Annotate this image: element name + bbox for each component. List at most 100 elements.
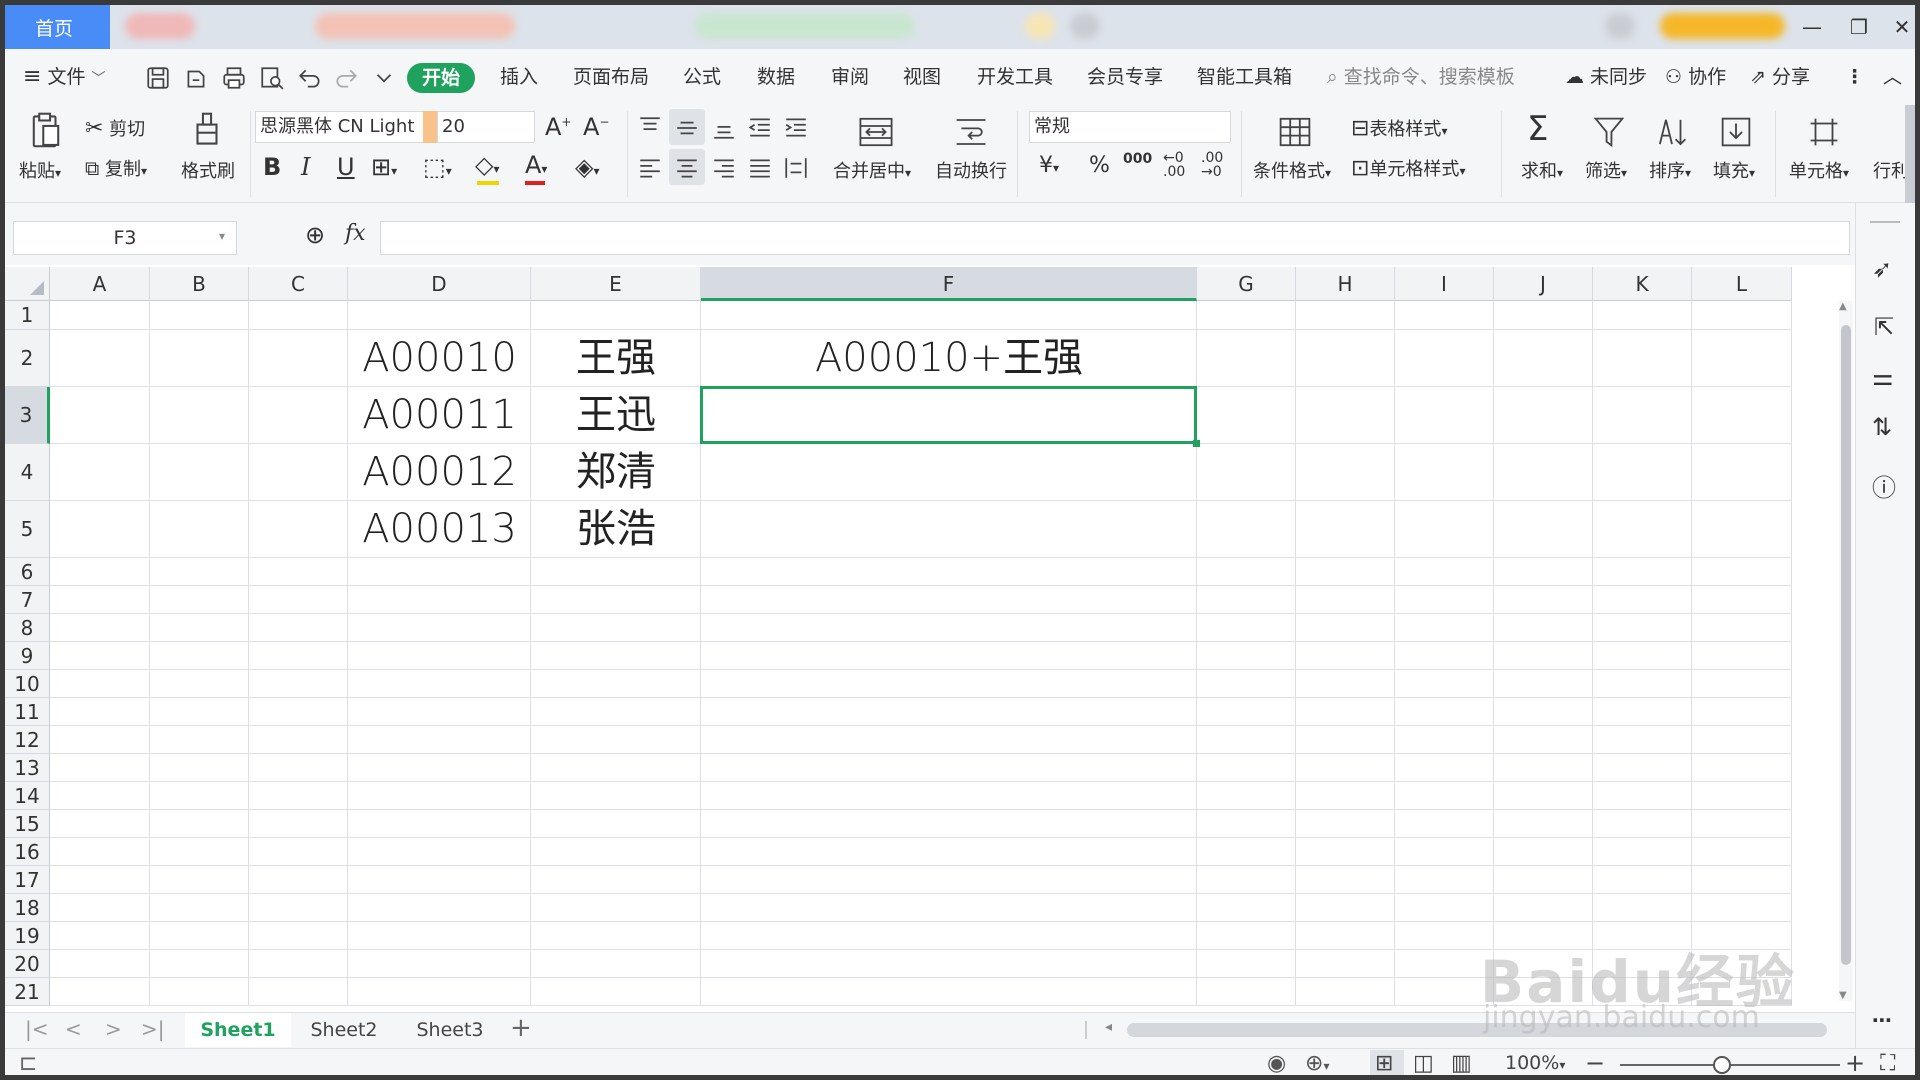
cell-d5[interactable]: A00013 <box>348 501 531 558</box>
collapse-ribbon-icon[interactable]: ︿ <box>1883 63 1902 91</box>
decrease-indent-icon[interactable] <box>747 115 773 141</box>
row-header-12[interactable]: 12 <box>5 726 50 754</box>
blurred-tab-3[interactable] <box>695 13 915 39</box>
cell-d2[interactable]: A00010 <box>348 330 531 387</box>
cell-icon[interactable] <box>1807 115 1841 149</box>
cell-button[interactable]: 单元格▾ <box>1789 157 1849 183</box>
center-view-icon[interactable]: ⊕▾ <box>1305 1051 1329 1075</box>
decrease-font-size-icon[interactable]: A− <box>583 113 609 141</box>
font-size-select[interactable]: 20 <box>437 111 535 143</box>
menu-formula[interactable]: 公式 <box>683 63 721 91</box>
row-header-2[interactable]: 2 <box>5 330 50 387</box>
scroll-left-icon[interactable]: ◂ <box>1105 1019 1112 1035</box>
cell-e4[interactable]: 郑清 <box>531 444 701 501</box>
increase-indent-icon[interactable] <box>783 115 809 141</box>
settings-sliders-icon[interactable]: ⚌ <box>1872 363 1894 391</box>
menu-member-exclusive[interactable]: 会员专享 <box>1087 63 1163 91</box>
help-icon[interactable]: ⓘ <box>1872 468 1896 503</box>
cell-format-icon[interactable]: ⬚▾ <box>423 153 452 181</box>
file-menu[interactable]: ≡ 文件 ﹀ <box>23 63 106 91</box>
redo-icon[interactable] <box>333 65 359 91</box>
conditional-format-button[interactable]: 条件格式▾ <box>1253 157 1331 183</box>
merge-center-button[interactable]: 合并居中▾ <box>833 157 911 183</box>
increase-font-size-icon[interactable]: A+ <box>545 113 571 141</box>
column-header-c[interactable]: C <box>249 267 348 301</box>
row-header-14[interactable]: 14 <box>5 782 50 810</box>
bold-button[interactable]: B <box>263 153 281 181</box>
row-header-5[interactable]: 5 <box>5 501 50 558</box>
fill-color-icon[interactable]: ◇▾ <box>475 151 500 185</box>
command-search[interactable]: ⌕ 查找命令、搜索模板 <box>1327 63 1515 91</box>
formula-input[interactable] <box>380 221 1850 255</box>
name-box-dropdown-icon[interactable]: ▾ <box>219 229 225 243</box>
select-cursor-icon[interactable]: ⇱ <box>1874 313 1894 341</box>
row-header-9[interactable]: 9 <box>5 642 50 670</box>
fill-handle[interactable] <box>1193 440 1200 447</box>
sort-button[interactable]: 排序▾ <box>1649 157 1691 183</box>
normal-view-icon[interactable]: ⊞ <box>1375 1051 1393 1075</box>
row-col-button[interactable]: 行利 <box>1873 157 1909 183</box>
percent-format-icon[interactable]: % <box>1089 153 1110 178</box>
row-header-20[interactable]: 20 <box>5 950 50 978</box>
blurred-avatar[interactable] <box>1605 13 1635 39</box>
zoom-out-icon[interactable]: − <box>1585 1049 1605 1075</box>
distributed-align-icon[interactable] <box>783 155 809 181</box>
vertical-scroll-thumb[interactable] <box>1841 325 1851 965</box>
zoom-level[interactable]: 100%▾ <box>1505 1052 1565 1074</box>
macro-record-icon[interactable]: ⊏ <box>19 1051 37 1075</box>
zoom-in-icon[interactable]: + <box>1845 1049 1865 1075</box>
cell-f2[interactable]: A00010+王强 <box>701 330 1197 387</box>
cell-d4[interactable]: A00012 <box>348 444 531 501</box>
row-header-11[interactable]: 11 <box>5 698 50 726</box>
menu-page-layout[interactable]: 页面布局 <box>573 63 649 91</box>
number-format-select[interactable]: 常规 <box>1029 111 1231 143</box>
name-box[interactable]: F3 <box>13 221 237 255</box>
row-header-17[interactable]: 17 <box>5 866 50 894</box>
increase-decimal-icon[interactable]: ←0.00 <box>1163 151 1185 179</box>
row-header-3[interactable]: 3 <box>5 387 50 444</box>
menu-start-tab[interactable]: 开始 <box>407 63 475 93</box>
paste-icon[interactable] <box>29 111 63 149</box>
spreadsheet-grid[interactable]: ABCDEFGHIJKL 1 2 3 4 5 6 7 8 9 10 11 12 13 14 15 16 17 18… <box>5 267 1855 1012</box>
print-preview-icon[interactable] <box>259 65 285 91</box>
last-sheet-icon[interactable]: >| <box>141 1017 165 1041</box>
row-header-18[interactable]: 18 <box>5 894 50 922</box>
cut-button[interactable]: ✂ 剪切 <box>85 115 145 141</box>
cell-style-button[interactable]: ⊡单元格样式▾ <box>1351 155 1465 181</box>
insert-function-icon[interactable]: fx <box>345 221 366 246</box>
column-header-g[interactable]: G <box>1197 267 1296 301</box>
fill-button[interactable]: 填充▾ <box>1713 157 1755 183</box>
row-header-15[interactable]: 15 <box>5 810 50 838</box>
restore-button[interactable]: ❐ <box>1842 11 1876 43</box>
column-header-k[interactable]: K <box>1593 267 1692 301</box>
row-header-21[interactable]: 21 <box>5 978 50 1006</box>
row-header-13[interactable]: 13 <box>5 754 50 782</box>
sheet-tab-sheet1[interactable]: Sheet1 <box>185 1013 291 1047</box>
select-all-corner[interactable] <box>5 267 50 301</box>
menu-insert[interactable]: 插入 <box>500 63 538 91</box>
font-color-icon[interactable]: A▾ <box>525 151 547 185</box>
eye-protection-icon[interactable]: ◉ <box>1267 1051 1286 1075</box>
page-layout-view-icon[interactable]: ◫ <box>1413 1051 1434 1075</box>
blurred-tab-1[interactable] <box>125 13 195 39</box>
save-icon[interactable] <box>145 65 171 91</box>
menu-review[interactable]: 审阅 <box>831 63 869 91</box>
column-header-b[interactable]: B <box>150 267 249 301</box>
share-button[interactable]: ⇗ 分享 <box>1750 63 1810 91</box>
row-header-6[interactable]: 6 <box>5 558 50 586</box>
merge-center-icon[interactable] <box>858 115 894 149</box>
vertical-scrollbar[interactable]: ▲ ▼ <box>1839 301 1853 1001</box>
row-header-19[interactable]: 19 <box>5 922 50 950</box>
column-header-j[interactable]: J <box>1494 267 1593 301</box>
cell-e5[interactable]: 张浩 <box>531 501 701 558</box>
sort-icon[interactable] <box>1655 115 1689 149</box>
sync-status-button[interactable]: ☁ 未同步 <box>1565 63 1647 91</box>
quick-access-dropdown-icon[interactable] <box>371 65 397 91</box>
prev-sheet-icon[interactable]: < <box>65 1017 82 1041</box>
blurred-tab-4[interactable] <box>1025 13 1055 39</box>
column-header-a[interactable]: A <box>50 267 150 301</box>
minimize-button[interactable]: — <box>1795 11 1829 43</box>
underline-button[interactable]: U <box>337 153 355 181</box>
align-top-icon[interactable] <box>637 115 663 141</box>
row-header-7[interactable]: 7 <box>5 586 50 614</box>
